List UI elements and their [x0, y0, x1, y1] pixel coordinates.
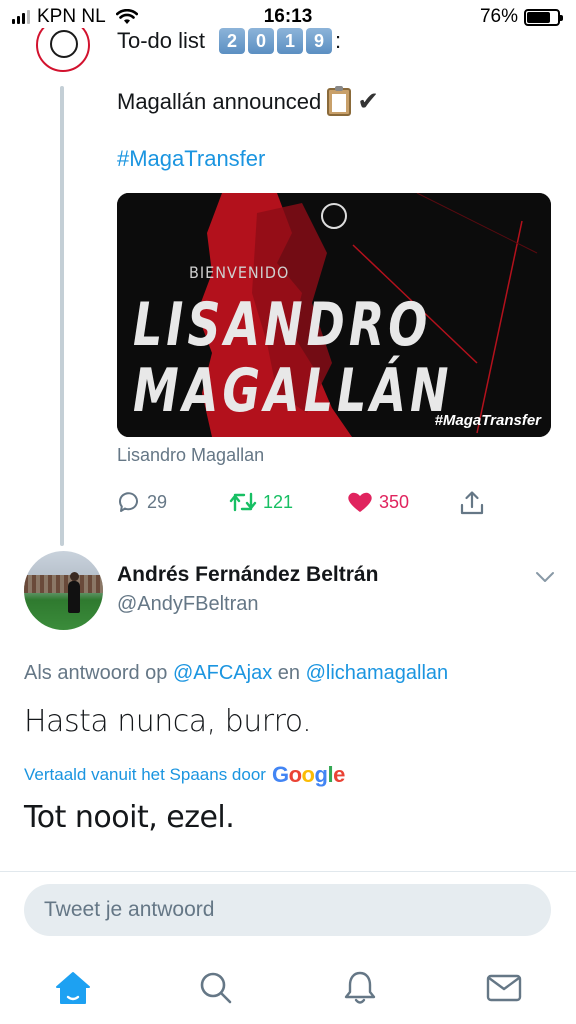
card-name-line2: MAGALLÁN	[133, 355, 453, 426]
tab-notifications[interactable]	[340, 968, 380, 1008]
checkmark-icon: ✔	[357, 86, 380, 116]
tab-search[interactable]	[196, 968, 236, 1008]
keycap-digit: 9	[306, 28, 333, 54]
like-button[interactable]: 350	[347, 490, 409, 514]
clipboard-icon	[327, 85, 352, 116]
battery-info: 76%	[479, 6, 563, 28]
card-kicker: BIENVENIDO	[189, 263, 290, 282]
retweet-icon	[229, 492, 257, 512]
home-icon	[56, 972, 90, 1004]
author-name[interactable]: Andrés Fernández Beltrán	[117, 563, 378, 587]
share-icon	[460, 491, 484, 515]
tweet1-line2: Magallán announced ✔	[117, 85, 380, 117]
tab-bar	[0, 952, 576, 1024]
mention-link[interactable]: @AFCAjax	[173, 662, 272, 684]
reply-input[interactable]	[24, 884, 551, 936]
translated-by-text: Vertaald vanuit het Spaans door	[24, 765, 266, 784]
card-caption[interactable]: Lisandro Magallan	[117, 445, 264, 466]
chevron-down-icon[interactable]	[535, 570, 555, 584]
tweet1-line1-text: To-do list	[117, 28, 206, 53]
keycap-digit: 1	[277, 28, 304, 54]
keycap-digit: 2	[219, 28, 246, 54]
ajax-avatar[interactable]	[36, 28, 90, 74]
notifications-icon	[344, 971, 376, 1004]
reply-button[interactable]: 29	[117, 490, 167, 514]
retweet-count: 121	[263, 491, 294, 512]
divider	[0, 871, 576, 872]
tweet1-line1-suffix: :	[335, 28, 342, 53]
tweet1-line1: To-do list 2 0 1 9 :	[117, 28, 341, 54]
card-name-line1: LISANDRO	[133, 289, 432, 360]
reply-and: en	[277, 662, 301, 684]
heart-icon	[348, 492, 372, 512]
reply-composer[interactable]	[24, 884, 551, 936]
tab-home[interactable]	[53, 968, 93, 1008]
google-logo: Google	[271, 762, 345, 787]
retweet-button[interactable]: 121	[229, 490, 293, 514]
keycap-digit: 0	[248, 28, 275, 54]
mention-link[interactable]: @lichamagallan	[306, 662, 449, 684]
search-icon	[200, 972, 232, 1004]
share-button[interactable]	[459, 490, 485, 516]
messages-icon	[486, 974, 522, 1002]
reply-icon	[119, 492, 138, 512]
media-card[interactable]: BIENVENIDO LISANDRO MAGALLÁN #MagaTransf…	[117, 193, 551, 437]
tweet1-line2-text: Magallán announced	[117, 88, 322, 114]
tab-messages[interactable]	[484, 968, 524, 1008]
thread-line	[60, 86, 64, 546]
hashtag-link[interactable]: #MagaTransfer	[117, 146, 265, 172]
author-handle[interactable]: @AndyFBeltran	[117, 593, 258, 616]
battery-icon	[524, 8, 563, 26]
reply-prefix: Als antwoord op	[24, 662, 168, 684]
translated-text: Tot nooit, ezel.	[24, 800, 235, 835]
card-hashtag: #MagaTransfer	[434, 412, 541, 429]
author-avatar[interactable]	[24, 551, 103, 630]
tweet-body: Hasta nunca, burro.	[24, 704, 312, 739]
card-crest-icon	[321, 203, 347, 229]
like-count: 350	[379, 491, 410, 512]
battery-percent: 76%	[479, 6, 518, 27]
reply-context: Als antwoord op @AFCAjax en @lichamagall…	[24, 662, 448, 685]
tweet1-actions: 29 121 350	[117, 490, 497, 520]
translation-attribution: Vertaald vanuit het Spaans door Google	[24, 762, 345, 788]
reply-count: 29	[147, 491, 168, 512]
